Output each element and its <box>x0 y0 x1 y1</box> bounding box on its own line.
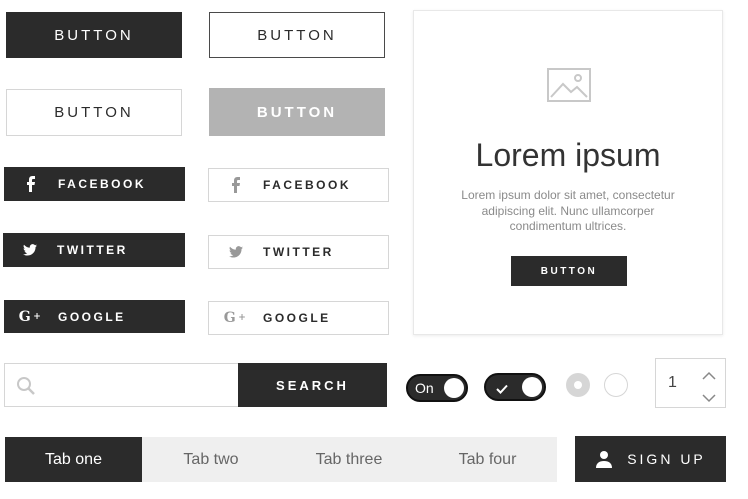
facebook-button-dark[interactable]: FACEBOOK <box>4 167 185 201</box>
stepper-value: 1 <box>668 374 677 391</box>
facebook-icon <box>4 176 58 192</box>
twitter-icon <box>3 244 57 256</box>
search-icon <box>16 376 36 401</box>
user-icon <box>595 450 613 468</box>
chevron-down-icon[interactable] <box>702 390 716 408</box>
facebook-label: FACEBOOK <box>263 178 352 192</box>
quantity-stepper[interactable]: 1 <box>655 358 726 408</box>
google-button-dark[interactable]: g + GOOGLE <box>4 300 185 333</box>
search-input[interactable] <box>41 364 235 408</box>
toggle-on[interactable]: On <box>406 374 468 402</box>
chevron-up-icon[interactable] <box>702 367 716 385</box>
google-plus-icon: g + <box>223 310 249 326</box>
sign-up-label: SIGN UP <box>627 451 706 467</box>
tab-three[interactable]: Tab three <box>280 437 418 482</box>
search-field[interactable] <box>4 363 240 408</box>
button-disabled: BUTTON <box>209 88 385 136</box>
sign-up-button[interactable]: SIGN UP <box>575 436 726 482</box>
google-button-outline[interactable]: g + GOOGLE <box>208 301 389 335</box>
card-title: Lorem ipsum <box>475 137 661 173</box>
twitter-icon <box>209 246 263 258</box>
search-button[interactable]: SEARCH <box>238 363 387 407</box>
button-outline-light[interactable]: BUTTON <box>6 89 182 136</box>
google-plus-icon: g + <box>18 308 44 325</box>
twitter-label: TWITTER <box>263 245 334 259</box>
radio-selected[interactable] <box>566 373 590 397</box>
toggle-on-label: On <box>415 380 434 396</box>
facebook-label: FACEBOOK <box>58 177 147 191</box>
twitter-label: TWITTER <box>57 243 128 257</box>
toggle-knob <box>522 377 542 397</box>
google-label: GOOGLE <box>263 311 331 325</box>
button-dark[interactable]: BUTTON <box>6 12 182 58</box>
facebook-button-outline[interactable]: FACEBOOK <box>208 168 389 202</box>
facebook-icon <box>209 177 263 193</box>
google-label: GOOGLE <box>58 309 126 324</box>
radio-unselected[interactable] <box>604 373 628 397</box>
twitter-button-outline[interactable]: TWITTER <box>208 235 389 269</box>
card-body: Lorem ipsum dolor sit amet, consectetur … <box>461 188 675 233</box>
toggle-check[interactable] <box>484 373 546 401</box>
tab-two[interactable]: Tab two <box>142 437 280 482</box>
tab-bar: Tab one Tab two Tab three Tab four <box>5 437 557 482</box>
image-placeholder-icon <box>547 68 591 107</box>
toggle-knob <box>444 378 464 398</box>
tab-one[interactable]: Tab one <box>5 437 142 482</box>
button-outline[interactable]: BUTTON <box>209 12 385 58</box>
tab-four[interactable]: Tab four <box>418 437 557 482</box>
twitter-button-dark[interactable]: TWITTER <box>3 233 185 267</box>
check-icon <box>496 381 508 399</box>
card-button[interactable]: BUTTON <box>511 256 627 286</box>
content-card: Lorem ipsum Lorem ipsum dolor sit amet, … <box>413 10 723 335</box>
